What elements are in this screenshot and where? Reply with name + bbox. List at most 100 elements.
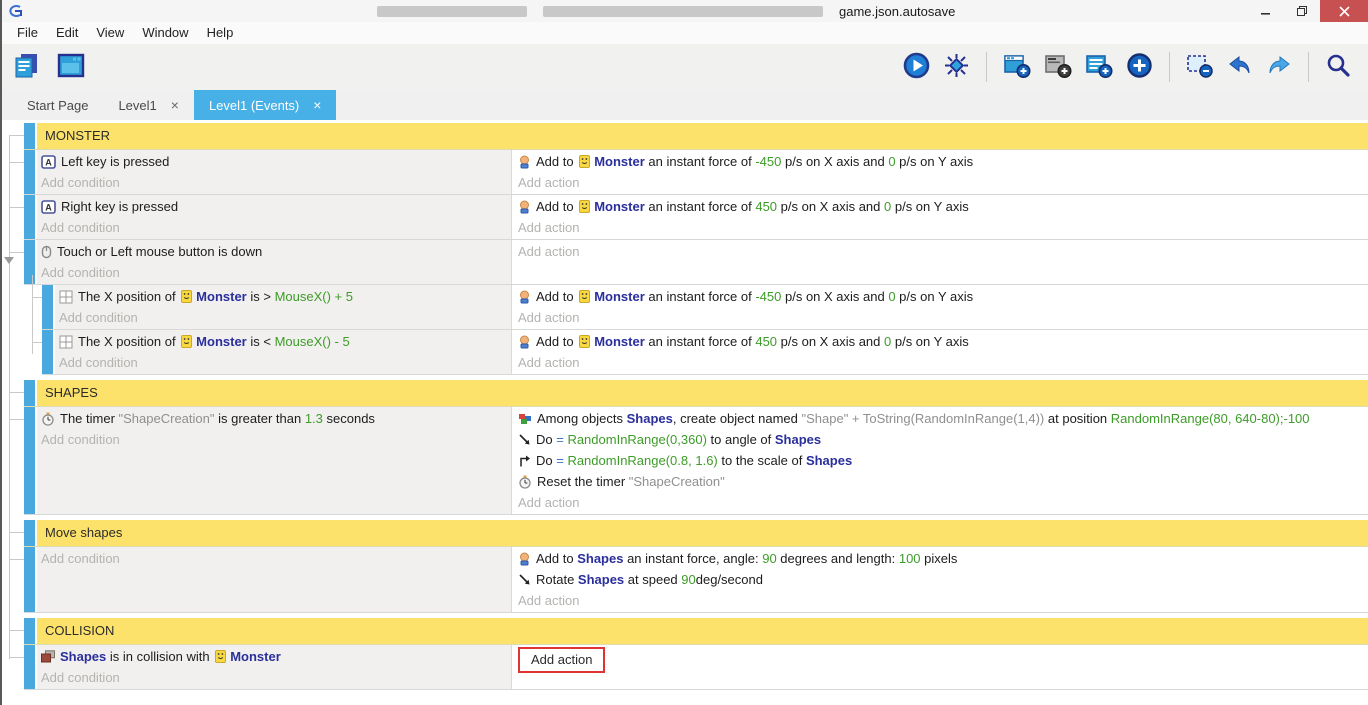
event-selection-bar[interactable] xyxy=(24,547,35,612)
actions-cell[interactable]: Add to Monster an instant force of -450 … xyxy=(511,285,1368,329)
event-selection-bar[interactable] xyxy=(24,150,35,194)
add-action-button-highlighted[interactable]: Add action xyxy=(518,647,605,673)
add-action-button[interactable]: Add action xyxy=(518,307,1364,328)
project-manager-button[interactable] xyxy=(12,51,42,84)
actions-cell[interactable]: Add to Monster an instant force of 450 p… xyxy=(511,330,1368,374)
conditions-cell[interactable]: The X position of Monster is < MouseX() … xyxy=(55,330,511,374)
event-selection-bar[interactable] xyxy=(24,520,35,546)
conditions-cell[interactable]: ALeft key is pressedAdd condition xyxy=(37,150,511,194)
action-line[interactable]: Among objects Shapes, create object name… xyxy=(518,408,1364,429)
actions-cell[interactable]: Add action xyxy=(511,645,1368,689)
menu-item-help[interactable]: Help xyxy=(198,22,243,44)
add-other-event-button[interactable] xyxy=(1126,52,1153,82)
action-line[interactable]: Add to Monster an instant force of 450 p… xyxy=(518,196,1364,217)
condition-line[interactable]: Shapes is in collision with Monster xyxy=(41,646,507,667)
preview-button[interactable] xyxy=(903,52,930,82)
tab-level1-events-[interactable]: Level1 (Events)× xyxy=(194,90,337,120)
undo-button[interactable] xyxy=(1227,54,1253,81)
actions-cell[interactable]: Add to Shapes an instant force, angle: 9… xyxy=(511,547,1368,612)
conditions-cell[interactable]: Add condition xyxy=(37,547,511,612)
add-condition-button[interactable]: Add condition xyxy=(41,262,507,283)
event-selection-bar[interactable] xyxy=(24,645,35,689)
actions-cell[interactable]: Add action xyxy=(511,240,1368,284)
text-segment: Do xyxy=(536,453,556,468)
add-condition-button[interactable]: Add condition xyxy=(41,172,507,193)
conditions-cell[interactable]: The timer "ShapeCreation" is greater tha… xyxy=(37,407,511,514)
text-segment: p/s on X axis and xyxy=(781,289,888,304)
action-line[interactable]: Add to Shapes an instant force, angle: 9… xyxy=(518,548,1364,569)
condition-line[interactable]: The X position of Monster is > MouseX() … xyxy=(59,286,507,307)
minimize-button[interactable] xyxy=(1248,0,1284,22)
condition-line[interactable]: ARight key is pressed xyxy=(41,196,507,217)
add-condition-button[interactable]: Add condition xyxy=(41,667,507,688)
menu-item-window[interactable]: Window xyxy=(133,22,197,44)
add-condition-button[interactable]: Add condition xyxy=(59,352,507,373)
add-condition-button[interactable]: Add condition xyxy=(41,548,507,569)
conditions-cell[interactable]: Touch or Left mouse button is downAdd co… xyxy=(37,240,511,284)
condition-line[interactable]: The X position of Monster is < MouseX() … xyxy=(59,331,507,352)
action-line[interactable]: Reset the timer "ShapeCreation" xyxy=(518,471,1364,492)
actions-cell[interactable]: Among objects Shapes, create object name… xyxy=(511,407,1368,514)
tab-start-page[interactable]: Start Page xyxy=(12,90,103,120)
text-segment: = xyxy=(556,432,564,447)
add-action-button[interactable]: Add action xyxy=(518,217,1364,238)
menu-item-view[interactable]: View xyxy=(87,22,133,44)
event-selection-bar[interactable] xyxy=(24,380,35,406)
text-segment: Reset the timer xyxy=(537,474,629,489)
comment-row[interactable]: SHAPES xyxy=(24,380,1368,407)
create-icon xyxy=(518,412,532,425)
event-selection-bar[interactable] xyxy=(24,195,35,239)
add-action-button[interactable]: Add action xyxy=(518,352,1364,373)
add-action-button[interactable]: Add action xyxy=(518,241,1364,262)
gdevelop-window: game.json.autosave FileEditViewWindowHel… xyxy=(0,0,1368,705)
comment-row[interactable]: COLLISION xyxy=(24,618,1368,645)
event-selection-bar[interactable] xyxy=(42,330,53,374)
text-segment: MouseX() + 5 xyxy=(275,289,353,304)
title-bar: game.json.autosave xyxy=(2,0,1368,22)
undo-icon xyxy=(1227,54,1253,81)
actions-cell[interactable]: Add to Monster an instant force of 450 p… xyxy=(511,195,1368,239)
conditions-cell[interactable]: Shapes is in collision with MonsterAdd c… xyxy=(37,645,511,689)
add-action-button[interactable]: Add action xyxy=(518,492,1364,513)
event-selection-bar[interactable] xyxy=(24,618,35,644)
scene-editor-button[interactable] xyxy=(56,51,86,84)
action-line[interactable]: Do = RandomInRange(0,360) to angle of Sh… xyxy=(518,429,1364,450)
add-action-button[interactable]: Add action xyxy=(518,590,1364,611)
text-segment: > xyxy=(263,289,274,304)
add-condition-button[interactable]: Add condition xyxy=(59,307,507,328)
event-selection-bar[interactable] xyxy=(24,407,35,514)
condition-line[interactable]: Touch or Left mouse button is down xyxy=(41,241,507,262)
delete-event-button[interactable] xyxy=(1186,53,1214,82)
restore-button[interactable] xyxy=(1284,0,1320,22)
menu-item-edit[interactable]: Edit xyxy=(47,22,87,44)
comment-row[interactable]: MONSTER xyxy=(24,123,1368,150)
event-selection-bar[interactable] xyxy=(24,240,35,284)
event-selection-bar[interactable] xyxy=(24,123,35,149)
action-line[interactable]: Add to Monster an instant force of 450 p… xyxy=(518,331,1364,352)
action-line[interactable]: Add to Monster an instant force of -450 … xyxy=(518,286,1364,307)
menu-item-file[interactable]: File xyxy=(8,22,47,44)
debug-button[interactable] xyxy=(943,52,970,82)
event-selection-bar[interactable] xyxy=(42,285,53,329)
search-button[interactable] xyxy=(1325,52,1352,82)
tab-close-icon[interactable]: × xyxy=(171,97,179,113)
conditions-cell[interactable]: ARight key is pressedAdd condition xyxy=(37,195,511,239)
comment-row[interactable]: Move shapes xyxy=(24,520,1368,547)
redo-button[interactable] xyxy=(1266,54,1292,81)
close-button[interactable] xyxy=(1320,0,1368,22)
add-action-button[interactable]: Add action xyxy=(518,172,1364,193)
add-comment-button[interactable] xyxy=(1044,53,1072,82)
action-line[interactable]: Add to Monster an instant force of -450 … xyxy=(518,151,1364,172)
add-condition-button[interactable]: Add condition xyxy=(41,217,507,238)
action-line[interactable]: Do = RandomInRange(0.8, 1.6) to the scal… xyxy=(518,450,1364,471)
condition-line[interactable]: The timer "ShapeCreation" is greater tha… xyxy=(41,408,507,429)
condition-line[interactable]: ALeft key is pressed xyxy=(41,151,507,172)
add-subevent-button[interactable] xyxy=(1085,53,1113,82)
action-line[interactable]: Rotate Shapes at speed 90deg/second xyxy=(518,569,1364,590)
tab-close-icon[interactable]: × xyxy=(313,97,321,113)
actions-cell[interactable]: Add to Monster an instant force of -450 … xyxy=(511,150,1368,194)
add-event-button[interactable] xyxy=(1003,53,1031,82)
add-condition-button[interactable]: Add condition xyxy=(41,429,507,450)
tab-level1[interactable]: Level1× xyxy=(103,90,194,120)
conditions-cell[interactable]: The X position of Monster is > MouseX() … xyxy=(55,285,511,329)
